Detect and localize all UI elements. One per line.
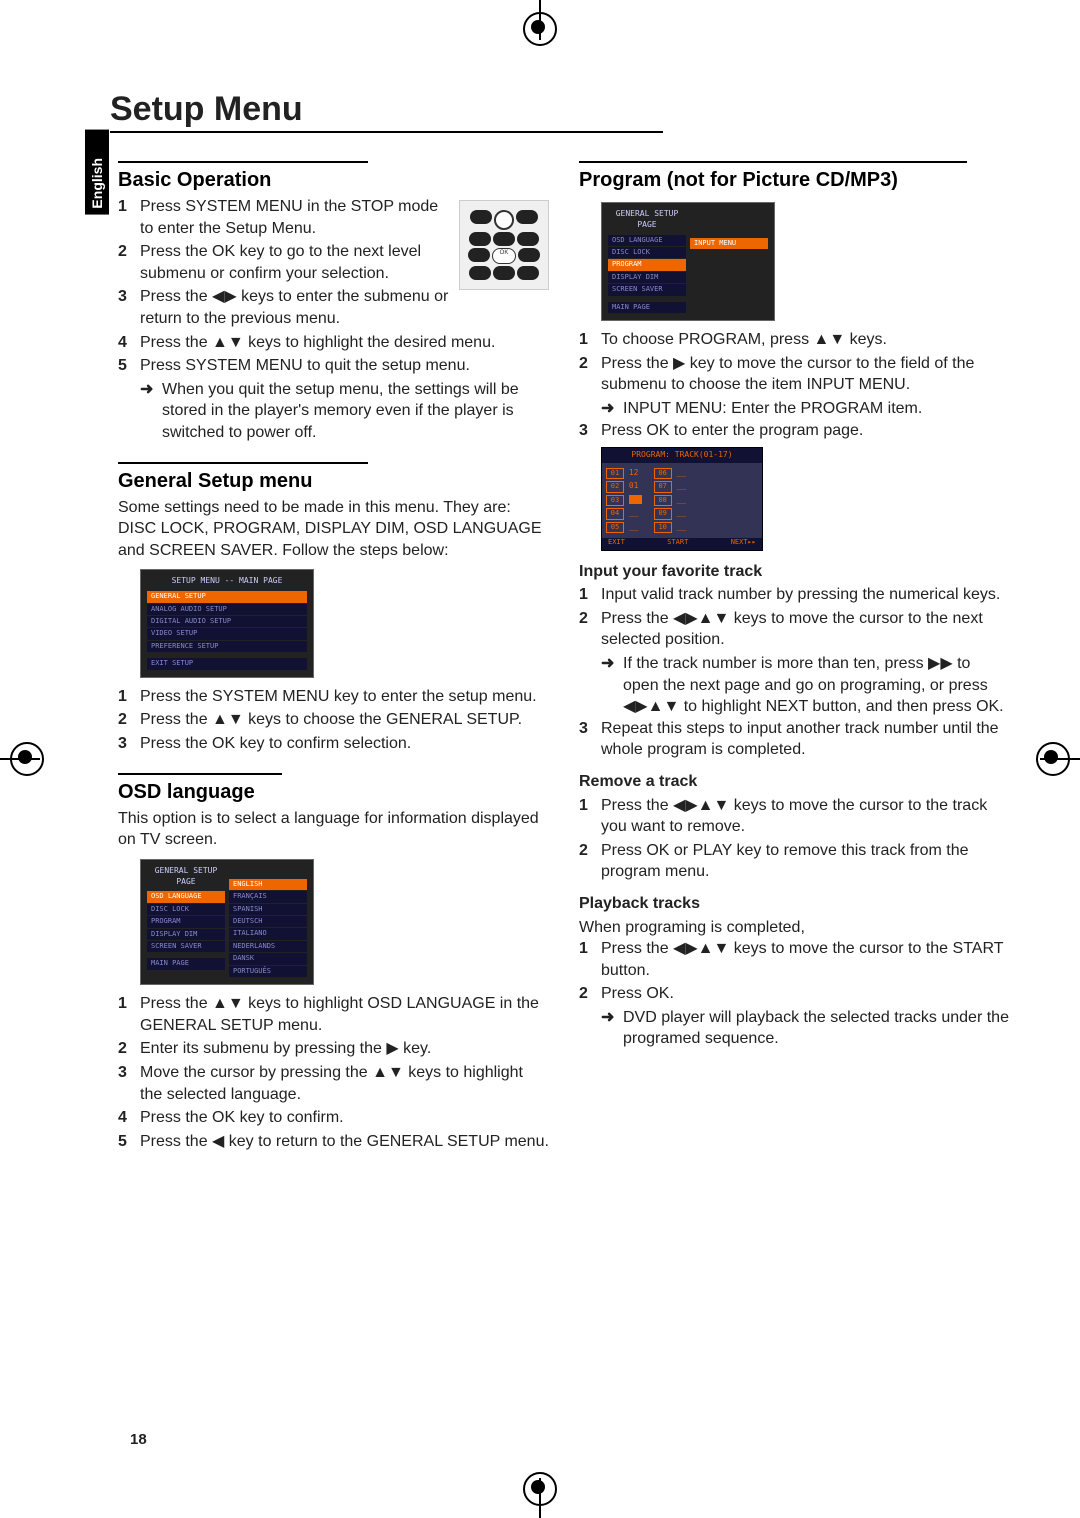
screenshot-program-tracks: PROGRAM: TRACK(01-17) 01 12 02 01 03 ■ 0… xyxy=(601,447,763,550)
page-title: Setup Menu xyxy=(110,90,663,133)
note-text: INPUT MENU: Enter the PROGRAM item. xyxy=(623,398,922,420)
step-text: Press the ▶ key to move the cursor to th… xyxy=(601,353,1010,396)
remove-track-steps: 1Press the ◀▶▲▼ keys to move the cursor … xyxy=(579,795,1010,883)
step-text: Press the ▲▼ keys to highlight the desir… xyxy=(140,332,495,354)
heading-program: Program (not for Picture CD/MP3) xyxy=(579,161,967,194)
registration-mark xyxy=(523,12,557,46)
step-text: Press OK. xyxy=(601,983,674,1005)
step-text: Press the OK key to confirm selection. xyxy=(140,733,411,755)
registration-mark xyxy=(1036,742,1070,776)
step-text: Press OK or PLAY key to remove this trac… xyxy=(601,840,1010,883)
heading-general-setup: General Setup menu xyxy=(118,462,368,495)
registration-mark xyxy=(523,1472,557,1506)
screenshot-osd-language: GENERAL SETUP PAGE OSD LANGUAGE DISC LOC… xyxy=(140,859,314,986)
step-text: Press SYSTEM MENU in the STOP mode to en… xyxy=(140,196,451,239)
step-text: Press the ◀▶▲▼ keys to move the cursor t… xyxy=(601,938,1010,981)
step-text: Enter its submenu by pressing the ▶ key. xyxy=(140,1038,431,1060)
program-steps: 1To choose PROGRAM, press ▲▼ keys. 2Pres… xyxy=(579,329,1010,396)
heading-input-track: Input your favorite track xyxy=(579,561,1010,583)
remote-diagram: OK xyxy=(459,200,549,290)
step-text: Press the ◀ key to return to the GENERAL… xyxy=(140,1131,549,1153)
note-text: DVD player will playback the selected tr… xyxy=(623,1007,1010,1050)
note-text: When you quit the setup menu, the settin… xyxy=(162,379,549,444)
note-text: If the track number is more than ten, pr… xyxy=(623,653,1010,718)
step-text: Press OK to enter the program page. xyxy=(601,420,863,442)
general-setup-steps: 1Press the SYSTEM MENU key to enter the … xyxy=(118,686,549,755)
step-text: Move the cursor by pressing the ▲▼ keys … xyxy=(140,1062,549,1105)
left-column: Basic Operation OK 1Press SYSTEM MENU in… xyxy=(118,143,549,1154)
step-text: Press the ▲▼ keys to highlight OSD LANGU… xyxy=(140,993,549,1036)
heading-basic-operation: Basic Operation xyxy=(118,161,368,194)
heading-osd-language: OSD language xyxy=(118,773,282,806)
heading-playback-tracks: Playback tracks xyxy=(579,893,1010,915)
heading-remove-track: Remove a track xyxy=(579,771,1010,793)
language-tab: English xyxy=(85,130,109,215)
step-text: Press the OK key to go to the next level… xyxy=(140,241,451,284)
step-text: Press the ▲▼ keys to choose the GENERAL … xyxy=(140,709,522,731)
step-text: Press the OK key to confirm. xyxy=(140,1107,344,1129)
step-text: Press SYSTEM MENU to quit the setup menu… xyxy=(140,355,470,377)
program-steps-cont: 3Press OK to enter the program page. xyxy=(579,420,1010,442)
intro-text: When programing is completed, xyxy=(579,917,1010,939)
playback-steps: 1Press the ◀▶▲▼ keys to move the cursor … xyxy=(579,938,1010,1005)
step-text: Input valid track number by pressing the… xyxy=(601,584,1000,606)
intro-text: This option is to select a language for … xyxy=(118,808,549,851)
intro-text: Some settings need to be made in this me… xyxy=(118,497,549,562)
step-text: Press the SYSTEM MENU key to enter the s… xyxy=(140,686,537,708)
step-text: Press the ◀▶▲▼ keys to move the cursor t… xyxy=(601,608,1010,651)
screenshot-program-menu: GENERAL SETUP PAGE OSD LANGUAGE DISC LOC… xyxy=(601,202,775,321)
step-text: To choose PROGRAM, press ▲▼ keys. xyxy=(601,329,887,351)
registration-mark xyxy=(10,742,44,776)
step-text: Press the ◀▶▲▼ keys to move the cursor t… xyxy=(601,795,1010,838)
screenshot-main-page: SETUP MENU -- MAIN PAGE GENERAL SETUP AN… xyxy=(140,569,314,677)
input-track-steps-cont: 3Repeat this steps to input another trac… xyxy=(579,718,1010,761)
right-column: Program (not for Picture CD/MP3) GENERAL… xyxy=(579,143,1010,1154)
step-text: Repeat this steps to input another track… xyxy=(601,718,1010,761)
osd-language-steps: 1Press the ▲▼ keys to highlight OSD LANG… xyxy=(118,993,549,1152)
input-track-steps: 1Input valid track number by pressing th… xyxy=(579,584,1010,651)
page-number: 18 xyxy=(130,1431,147,1448)
step-text: Press the ◀▶ keys to enter the submenu o… xyxy=(140,286,451,329)
